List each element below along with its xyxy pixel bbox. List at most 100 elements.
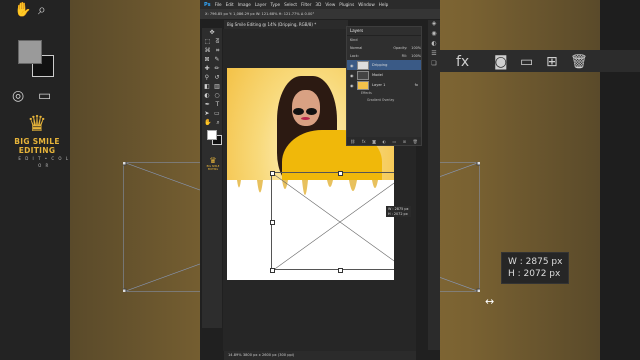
new-layer-icon[interactable]: ⊞ — [403, 139, 406, 144]
menu-select[interactable]: Select — [284, 2, 297, 7]
path-select-icon[interactable]: ➤ — [204, 110, 209, 117]
hand-icon: ✋ — [14, 2, 32, 18]
layer-row-dripping[interactable]: ◉ Dripping — [347, 60, 421, 70]
menu-window[interactable]: Window — [358, 2, 375, 7]
marquee-tool-icon[interactable]: ⬚ — [205, 38, 211, 45]
blend-mode-select[interactable]: Normal — [350, 44, 362, 52]
zoom-icon: ⌕ — [38, 2, 46, 18]
link-icon[interactable]: ⛓ — [350, 139, 355, 144]
menu-plugins[interactable]: Plugins — [339, 2, 354, 7]
menu-help[interactable]: Help — [379, 2, 389, 7]
visibility-eye-icon[interactable]: ◉ — [350, 73, 354, 78]
transform-size-readout-large: W : 2875 px H : 2072 px — [501, 252, 570, 284]
adjustment-icon[interactable]: ◐ — [383, 139, 387, 144]
menu-view[interactable]: View — [325, 2, 335, 7]
fg-color-swatch-large — [18, 40, 42, 64]
eyedropper-icon[interactable]: ✎ — [214, 56, 219, 63]
opacity-value[interactable]: 100% — [411, 44, 421, 52]
menu-layer[interactable]: Layer — [255, 2, 267, 7]
handle-top[interactable] — [338, 171, 343, 176]
handle-top-left[interactable] — [270, 171, 275, 176]
layers-panel-icon[interactable]: ❏ — [428, 60, 440, 70]
trash-icon[interactable]: 🗑 — [413, 139, 418, 144]
resize-cursor-small-icon: ↔ — [381, 220, 387, 228]
shape-tool-icon[interactable]: ▭ — [214, 110, 220, 117]
folder-icon: ▭ — [520, 54, 534, 70]
handle-bottom[interactable] — [338, 268, 343, 273]
quick-select-icon[interactable]: ⌘ — [205, 47, 211, 54]
trash-icon: 🗑 — [570, 54, 588, 70]
menu-bar: Ps File Edit Image Layer Type Select Fil… — [200, 0, 440, 9]
mask-icon[interactable]: ◙ — [372, 139, 376, 144]
eraser-icon[interactable]: ◧ — [204, 83, 210, 90]
document-tab-title: Big Smile Editing @ 14% (Dripping, RGB/8… — [227, 22, 317, 27]
effects-label: Effects — [361, 91, 372, 95]
document-tab[interactable]: Big Smile Editing @ 14% (Dripping, RGB/8… — [224, 20, 348, 29]
status-bar: 14.89% 3800 px x 2600 px (300 ppi) — [224, 351, 416, 360]
layer-thumbnail — [357, 60, 369, 70]
transform-options[interactable]: X: 796.85 px Y: 1,086.29 px W: 121.68% H… — [205, 12, 314, 16]
adjustments-icon[interactable]: ◐ — [428, 40, 440, 50]
crop-tool-icon[interactable]: ⌗ — [216, 47, 219, 55]
quickmask-icon: ◎ — [12, 88, 25, 104]
fx-icon[interactable]: fx — [362, 139, 366, 144]
transform-diagonals — [272, 173, 394, 271]
libraries-icon[interactable]: ◈ — [428, 20, 440, 30]
layers-panel: Layers Kind Normal Opacity: 100% Lock: F… — [346, 26, 422, 146]
hand-tool-icon[interactable]: ✋ — [204, 119, 211, 126]
brush-tool-icon[interactable]: ✏ — [214, 65, 219, 72]
visibility-eye-icon[interactable]: ◉ — [350, 63, 354, 68]
layers-footer: ⛓ fx ◙ ◐ ▭ ⊞ 🗑 — [347, 137, 421, 145]
type-tool-icon[interactable]: T — [215, 101, 219, 108]
pen-tool-icon[interactable]: ✒ — [205, 101, 210, 108]
handle-bottom-left[interactable] — [270, 268, 275, 273]
healing-icon[interactable]: ✚ — [204, 65, 209, 72]
gradient-overlay-effect[interactable]: Gradient Overlay — [347, 97, 421, 104]
menu-filter[interactable]: Filter — [301, 2, 311, 7]
ps-logo: Ps — [204, 1, 211, 8]
blend-mode-row: Normal Opacity: 100% — [347, 44, 421, 52]
fx-badge[interactable]: fx — [415, 83, 418, 87]
kind-filter[interactable]: Kind — [350, 36, 357, 44]
layer-name: Dripping — [372, 63, 388, 67]
sunglasses — [293, 100, 319, 115]
properties-icon[interactable]: ☰ — [428, 50, 440, 60]
layer-row-model[interactable]: ◉ Model — [347, 70, 421, 80]
menu-type[interactable]: Type — [271, 2, 281, 7]
move-tool-icon[interactable]: ✥ — [209, 29, 214, 36]
layer-thumbnail — [357, 80, 369, 90]
visibility-eye-icon[interactable]: ◉ — [350, 83, 354, 88]
dodge-tool-icon[interactable]: ○ — [214, 92, 219, 99]
fill-label: Fill: — [401, 54, 408, 58]
layer-row-layer1[interactable]: ◉ Layer 1 fx — [347, 80, 421, 90]
menu-file[interactable]: File — [215, 2, 222, 7]
history-brush-icon[interactable]: ↺ — [214, 74, 219, 81]
transform-bounding-box[interactable] — [270, 171, 394, 273]
layers-panel-title[interactable]: Layers — [347, 27, 421, 36]
blur-tool-icon[interactable]: ◐ — [204, 92, 209, 99]
toolbar-brand-logo: ♛ BIG SMILE EDITING — [206, 156, 220, 171]
new-layer-icon: ⊞ — [546, 54, 558, 70]
foreground-color-swatch[interactable] — [207, 130, 217, 140]
lasso-tool-icon[interactable]: ᘔ — [216, 38, 220, 46]
model-lips — [301, 117, 310, 120]
opacity-label: Opacity: — [393, 46, 408, 50]
stamp-tool-icon[interactable]: ⚲ — [205, 74, 209, 81]
handle-left[interactable] — [270, 220, 275, 225]
photoshop-window: Ps File Edit Image Layer Type Select Fil… — [200, 0, 440, 360]
folder-icon[interactable]: ▭ — [393, 139, 397, 144]
zoom-tool-icon[interactable]: ⌕ — [216, 119, 219, 127]
frame-tool-icon[interactable]: ⊠ — [204, 56, 209, 63]
gradient-tool-icon[interactable]: ▥ — [214, 83, 220, 90]
color-panel-icon[interactable]: ◉ — [428, 30, 440, 40]
menu-image[interactable]: Image — [238, 2, 251, 7]
fill-value[interactable]: 100% — [411, 52, 421, 60]
menu-3d[interactable]: 3D — [315, 2, 321, 7]
menu-edit[interactable]: Edit — [226, 2, 234, 7]
status-text: 14.89% 3800 px x 2600 px (300 ppi) — [228, 353, 295, 357]
lock-row: Lock: Fill: 100% — [347, 52, 421, 60]
blurred-layers-footer — [440, 50, 640, 72]
fx-icon: fx — [456, 54, 470, 70]
layer-name: Layer 1 — [372, 83, 386, 87]
transform-size-readout: W : 2875 px H : 2072 px — [386, 206, 411, 217]
